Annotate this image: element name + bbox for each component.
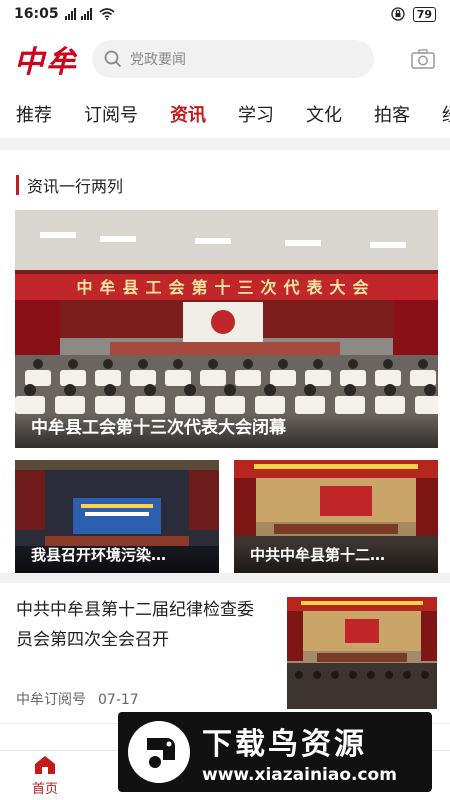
grid-news-item[interactable]: 我县召开环境污染… [15, 460, 219, 573]
grid-caption: 中共中牟县第十二… [234, 544, 438, 573]
article-list-item[interactable]: 中共中牟县第十二届纪律检查委员会第四次全会召开 中牟订阅号 07-17 [0, 583, 450, 723]
article-source: 中牟订阅号 [16, 692, 86, 708]
article-thumbnail [287, 597, 437, 709]
watermark-url: www.xiazainiao.com [202, 765, 397, 785]
lock-icon [391, 7, 405, 21]
watermark-logo-icon [128, 721, 190, 783]
channel-tabs: 推荐 订阅号 资讯 学习 文化 拍客 经济 [0, 90, 450, 138]
app-logo: 中牟 [14, 45, 78, 80]
news-grid-card: 资讯一行两列 中牟县工会第十三次代表大会 中牟县工会第十三次代表大会闭幕 我县召… [0, 150, 450, 573]
camera-button[interactable] [410, 48, 436, 70]
section-title: 资讯一行两列 [16, 174, 123, 196]
home-icon [35, 756, 55, 774]
featured-news[interactable]: 中牟县工会第十三次代表大会 中牟县工会第十三次代表大会闭幕 [15, 210, 438, 448]
content-area: 资讯一行两列 中牟县工会第十三次代表大会 中牟县工会第十三次代表大会闭幕 我县召… [0, 138, 450, 750]
meeting-photo [287, 597, 437, 709]
grid-caption: 我县召开环境污染… [15, 544, 219, 573]
featured-banner: 中牟县工会第十三次代表大会 [76, 278, 375, 297]
search-placeholder: 党政要闻 [130, 52, 186, 68]
nav-home[interactable]: 首页 [0, 751, 90, 800]
status-time: 16:05 [14, 6, 59, 22]
section-accent-bar [16, 175, 19, 195]
status-bar: 16:05 79 [0, 0, 450, 28]
tab-recommend[interactable]: 推荐 [0, 101, 68, 127]
battery-indicator: 79 [412, 6, 436, 22]
nav-home-label: 首页 [31, 782, 58, 797]
wifi-icon [99, 8, 115, 20]
featured-caption: 中牟县工会第十三次代表大会闭幕 [15, 413, 438, 448]
app-header: 中牟 党政要闻 [0, 28, 450, 90]
tab-study[interactable]: 学习 [222, 101, 290, 127]
grid-news-item[interactable]: 中共中牟县第十二… [234, 460, 438, 573]
article-meta: 中牟订阅号 07-17 [16, 689, 139, 709]
signal-icons [64, 8, 115, 20]
tab-economy[interactable]: 经济 [426, 101, 450, 127]
signal-icon [64, 8, 92, 20]
watermark-title: 下载鸟资源 [202, 727, 367, 762]
search-icon [104, 50, 122, 68]
article-title: 中共中牟县第十二届纪律检查委员会第四次全会召开 [16, 600, 254, 650]
tab-subscription[interactable]: 订阅号 [68, 101, 154, 127]
tab-culture[interactable]: 文化 [290, 101, 358, 127]
search-input[interactable]: 党政要闻 [92, 40, 374, 78]
section-label: 资讯一行两列 [27, 177, 124, 196]
camera-icon [411, 49, 435, 69]
article-date: 07-17 [98, 692, 139, 708]
tab-photographer[interactable]: 拍客 [358, 101, 426, 127]
tab-news[interactable]: 资讯 [154, 101, 222, 127]
watermark-banner: 下载鸟资源 www.xiazainiao.com [118, 712, 432, 792]
